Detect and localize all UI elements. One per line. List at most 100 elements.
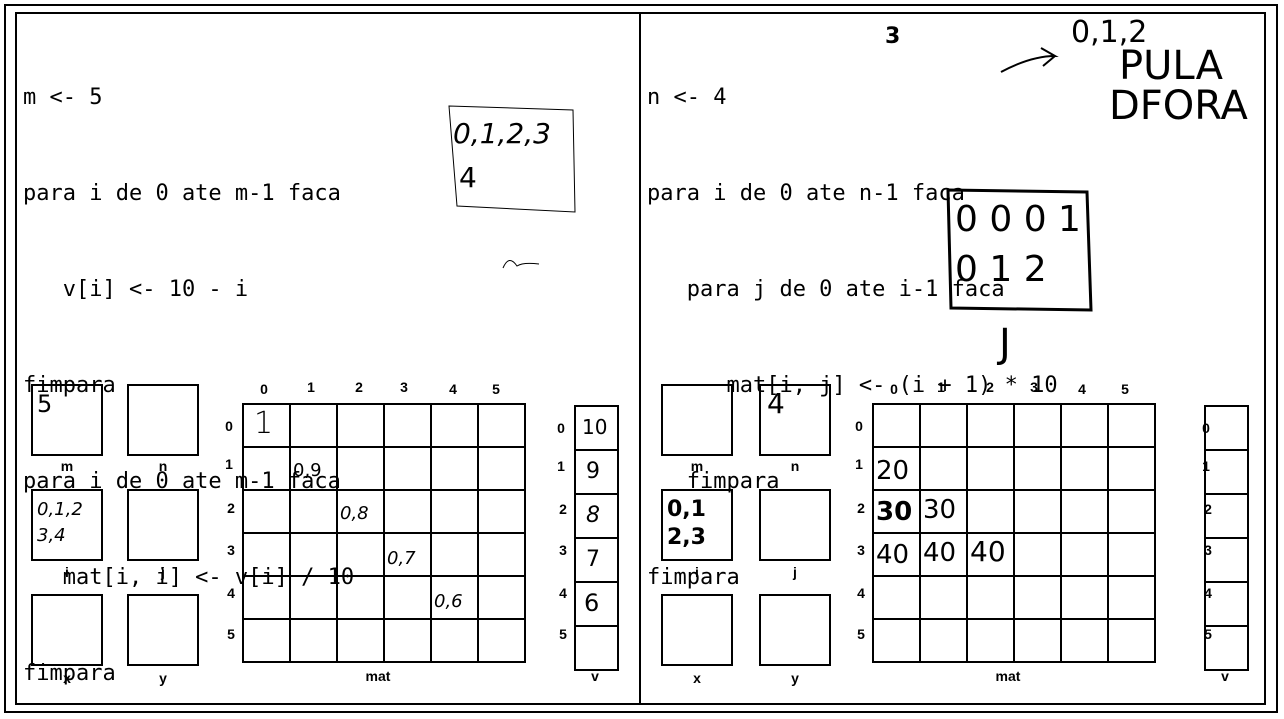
var-box-x [661, 594, 733, 666]
var-label-x: x [693, 670, 701, 686]
mat-row-header: 1 [225, 456, 233, 472]
mat-cell [242, 575, 291, 620]
mat-cell: 40 [966, 532, 1015, 577]
mat-cell [1013, 489, 1062, 534]
mat-grid: 1 0,9 0,8 0,7 0,6 [242, 403, 526, 663]
mat-row-header: 0 [225, 418, 233, 434]
mat-cell [336, 575, 385, 620]
v-row-header: 4 [559, 585, 567, 601]
hw-mat-cell-value: 40 [970, 535, 1006, 568]
mat-cell [1013, 618, 1062, 663]
var-box-j [127, 489, 199, 561]
hw-m-value: 5 [37, 390, 53, 418]
v-cell: 7 [574, 537, 619, 583]
hw-mat-cell-value: 0,9 [293, 460, 322, 481]
mat-cell [1013, 446, 1062, 491]
var-box-y [759, 594, 831, 666]
hw-v-value: 9 [586, 459, 600, 484]
code-line: para i de 0 ate m-1 faca [23, 181, 341, 206]
left-exercise-panel: m <- 5 para i de 0 ate m-1 faca v[i] <- … [15, 12, 641, 705]
mat-cell [1107, 618, 1156, 663]
mat-cell [872, 403, 921, 448]
hw-i-line2: 3,4 [37, 525, 66, 546]
hw-i-line1: 0,1 [667, 497, 706, 522]
var-label-n: n [158, 458, 168, 474]
mat-label: mat [365, 668, 391, 684]
hw-three: 3 [885, 24, 901, 49]
hw-mat-cell-value: 20 [876, 456, 910, 486]
hw-mat-cell-value: 1 [254, 406, 274, 441]
hw-j-letter: J [999, 321, 1011, 367]
hw-mat-cell-value: 30 [876, 497, 913, 527]
mat-cell [1060, 532, 1109, 577]
mat-cell [919, 575, 968, 620]
mat-cell [966, 446, 1015, 491]
mat-cell [336, 618, 385, 663]
mat-row-header: 3 [227, 542, 235, 558]
mat-cell [242, 489, 291, 534]
var-label-y: y [159, 670, 167, 686]
mat-col-header: 5 [492, 381, 500, 397]
v-row-header: 0 [557, 420, 565, 436]
mat-cell: 0,6 [430, 575, 479, 620]
var-box-j [759, 489, 831, 561]
mat-cell [1107, 403, 1156, 448]
hw-mat-cell-value: 0,8 [340, 503, 369, 524]
mat-grid: 20 30 30 40 40 40 [872, 403, 1156, 663]
v-cell [1204, 581, 1249, 627]
mat-cell [872, 575, 921, 620]
mat-cell [477, 489, 526, 534]
mat-cell [1107, 489, 1156, 534]
mat-cell [383, 446, 432, 491]
mat-col-header: 2 [355, 379, 363, 395]
mat-cell [1107, 446, 1156, 491]
var-box-x [31, 594, 103, 666]
mat-col-header: 4 [1078, 381, 1086, 397]
var-box-m: 5 [31, 384, 103, 456]
mat-cell [919, 446, 968, 491]
mat-cell [477, 575, 526, 620]
hw-n-value: 4 [767, 387, 785, 420]
mat-cell [966, 618, 1015, 663]
v-cell: 9 [574, 449, 619, 495]
mat-col-header: 3 [400, 379, 408, 395]
mat-cell [430, 489, 479, 534]
right-exercise-panel: n <- 4 para i de 0 ate n-1 faca para j d… [639, 12, 1266, 705]
mat-cell [289, 575, 338, 620]
mat-cell [966, 489, 1015, 534]
mat-label: mat [995, 668, 1021, 684]
mat-cell [289, 403, 338, 448]
var-label-m: m [690, 458, 704, 474]
mat-cell [1060, 618, 1109, 663]
mat-cell [919, 403, 968, 448]
var-box-n [127, 384, 199, 456]
hw-i-line1: 0,1,2 [37, 499, 83, 520]
v-cell [1204, 537, 1249, 583]
mat-cell [242, 532, 291, 577]
mat-cell [430, 618, 479, 663]
mat-row-header: 0 [855, 418, 863, 434]
v-vector [1204, 405, 1249, 671]
v-cell: 8 [574, 493, 619, 539]
code-line: v[i] <- 10 - i [23, 277, 249, 302]
hw-note-top-2: PULA [1119, 43, 1223, 89]
mat-col-header: 0 [260, 381, 268, 397]
v-cell [1204, 493, 1249, 539]
var-box-m [661, 384, 733, 456]
mat-cell: 30 [872, 489, 921, 534]
mat-cell [383, 489, 432, 534]
var-label-i: i [695, 564, 699, 580]
mat-cell: 0,7 [383, 532, 432, 577]
mat-cell [1060, 446, 1109, 491]
hw-mat-cell-value: 0,6 [434, 591, 463, 612]
var-box-n: 4 [759, 384, 831, 456]
mat-cell: 40 [872, 532, 921, 577]
v-row-header: 5 [559, 626, 567, 642]
mat-cell [872, 618, 921, 663]
mat-cell: 40 [919, 532, 968, 577]
mat-row-header: 1 [855, 456, 863, 472]
mat-cell [1013, 403, 1062, 448]
var-label-m: m [60, 458, 74, 474]
mat-cell [383, 575, 432, 620]
mat-cell: 30 [919, 489, 968, 534]
